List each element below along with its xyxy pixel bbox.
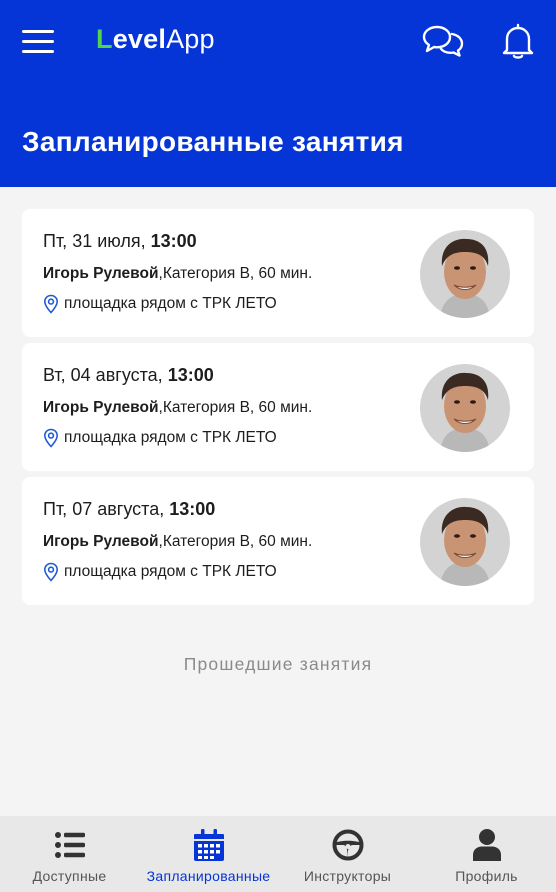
tab-profile[interactable]: Профиль — [417, 816, 556, 892]
tab-label: Инструкторы — [303, 868, 392, 884]
lesson-date-text: Вт, 04 августа, — [43, 365, 168, 385]
logo-letter: L — [96, 24, 113, 54]
place-text: площадка рядом с ТРК ЛЕТО — [64, 295, 277, 312]
location-pin-icon — [43, 294, 59, 314]
tab-label: Профиль — [455, 868, 518, 884]
page-title: Запланированные занятия — [22, 126, 404, 157]
bottom-tab-bar: Доступные Запланированные Инструкторы Пр — [0, 816, 556, 892]
instructor-avatar — [420, 498, 510, 586]
lesson-card[interactable]: Пт, 07 августа, 13:00 Игорь Рулевой,Кате… — [22, 477, 534, 605]
lesson-info: Игорь Рулевой,Категория B, 60 мин. — [43, 399, 312, 417]
lesson-details: ,Категория B, 60 мин. — [158, 533, 313, 550]
lesson-time: 13:00 — [167, 365, 214, 385]
lesson-date: Пт, 31 июля, 13:00 — [43, 231, 197, 252]
lesson-card[interactable]: Пт, 31 июля, 13:00 Игорь Рулевой,Категор… — [22, 209, 534, 337]
logo-app-text: App — [166, 24, 215, 54]
location-pin-icon — [43, 562, 59, 582]
lesson-place: площадка рядом с ТРК ЛЕТО — [43, 294, 277, 314]
lesson-date: Вт, 04 августа, 13:00 — [43, 365, 214, 386]
tab-label: Доступные — [32, 868, 107, 884]
lesson-details: ,Категория B, 60 мин. — [158, 399, 313, 416]
steering-wheel-icon — [332, 829, 363, 861]
tab-instructors[interactable]: Инструкторы — [278, 816, 417, 892]
instructor-name: Игорь Рулевой — [43, 399, 159, 416]
list-icon — [54, 832, 85, 858]
lesson-date-text: Пт, 07 августа, — [43, 499, 170, 519]
person-icon — [472, 829, 501, 861]
tab-scheduled[interactable]: Запланированные — [139, 816, 278, 892]
menu-icon[interactable] — [22, 30, 54, 54]
bell-icon[interactable] — [500, 22, 536, 60]
instructor-avatar — [420, 364, 510, 452]
tab-available[interactable]: Доступные — [0, 816, 139, 892]
instructor-avatar — [420, 230, 510, 318]
lesson-card[interactable]: Вт, 04 августа, 13:00 Игорь Рулевой,Кате… — [22, 343, 534, 471]
place-text: площадка рядом с ТРК ЛЕТО — [64, 563, 277, 580]
logo-text: evel — [112, 24, 167, 54]
past-lessons-link[interactable]: Прошедшие занятия — [0, 654, 556, 675]
location-pin-icon — [43, 428, 59, 448]
lesson-place: площадка рядом с ТРК ЛЕТО — [43, 428, 277, 448]
lesson-date-text: Пт, 31 июля, — [43, 231, 151, 251]
lesson-info: Игорь Рулевой,Категория B, 60 мин. — [43, 265, 312, 283]
chat-icon[interactable] — [422, 24, 464, 58]
lesson-info: Игорь Рулевой,Категория B, 60 мин. — [43, 533, 312, 551]
lesson-details: ,Категория B, 60 мин. — [158, 265, 313, 282]
tab-label: Запланированные — [146, 868, 271, 884]
place-text: площадка рядом с ТРК ЛЕТО — [64, 429, 277, 446]
lesson-place: площадка рядом с ТРК ЛЕТО — [43, 562, 277, 582]
lesson-date: Пт, 07 августа, 13:00 — [43, 499, 215, 520]
lesson-time: 13:00 — [169, 499, 216, 519]
lesson-time: 13:00 — [150, 231, 197, 251]
instructor-name: Игорь Рулевой — [43, 265, 159, 282]
calendar-icon — [193, 829, 224, 861]
instructor-name: Игорь Рулевой — [43, 533, 159, 550]
app-header: LevelApp Запланированные занятия — [0, 0, 556, 187]
app-logo: LevelApp — [96, 24, 215, 55]
